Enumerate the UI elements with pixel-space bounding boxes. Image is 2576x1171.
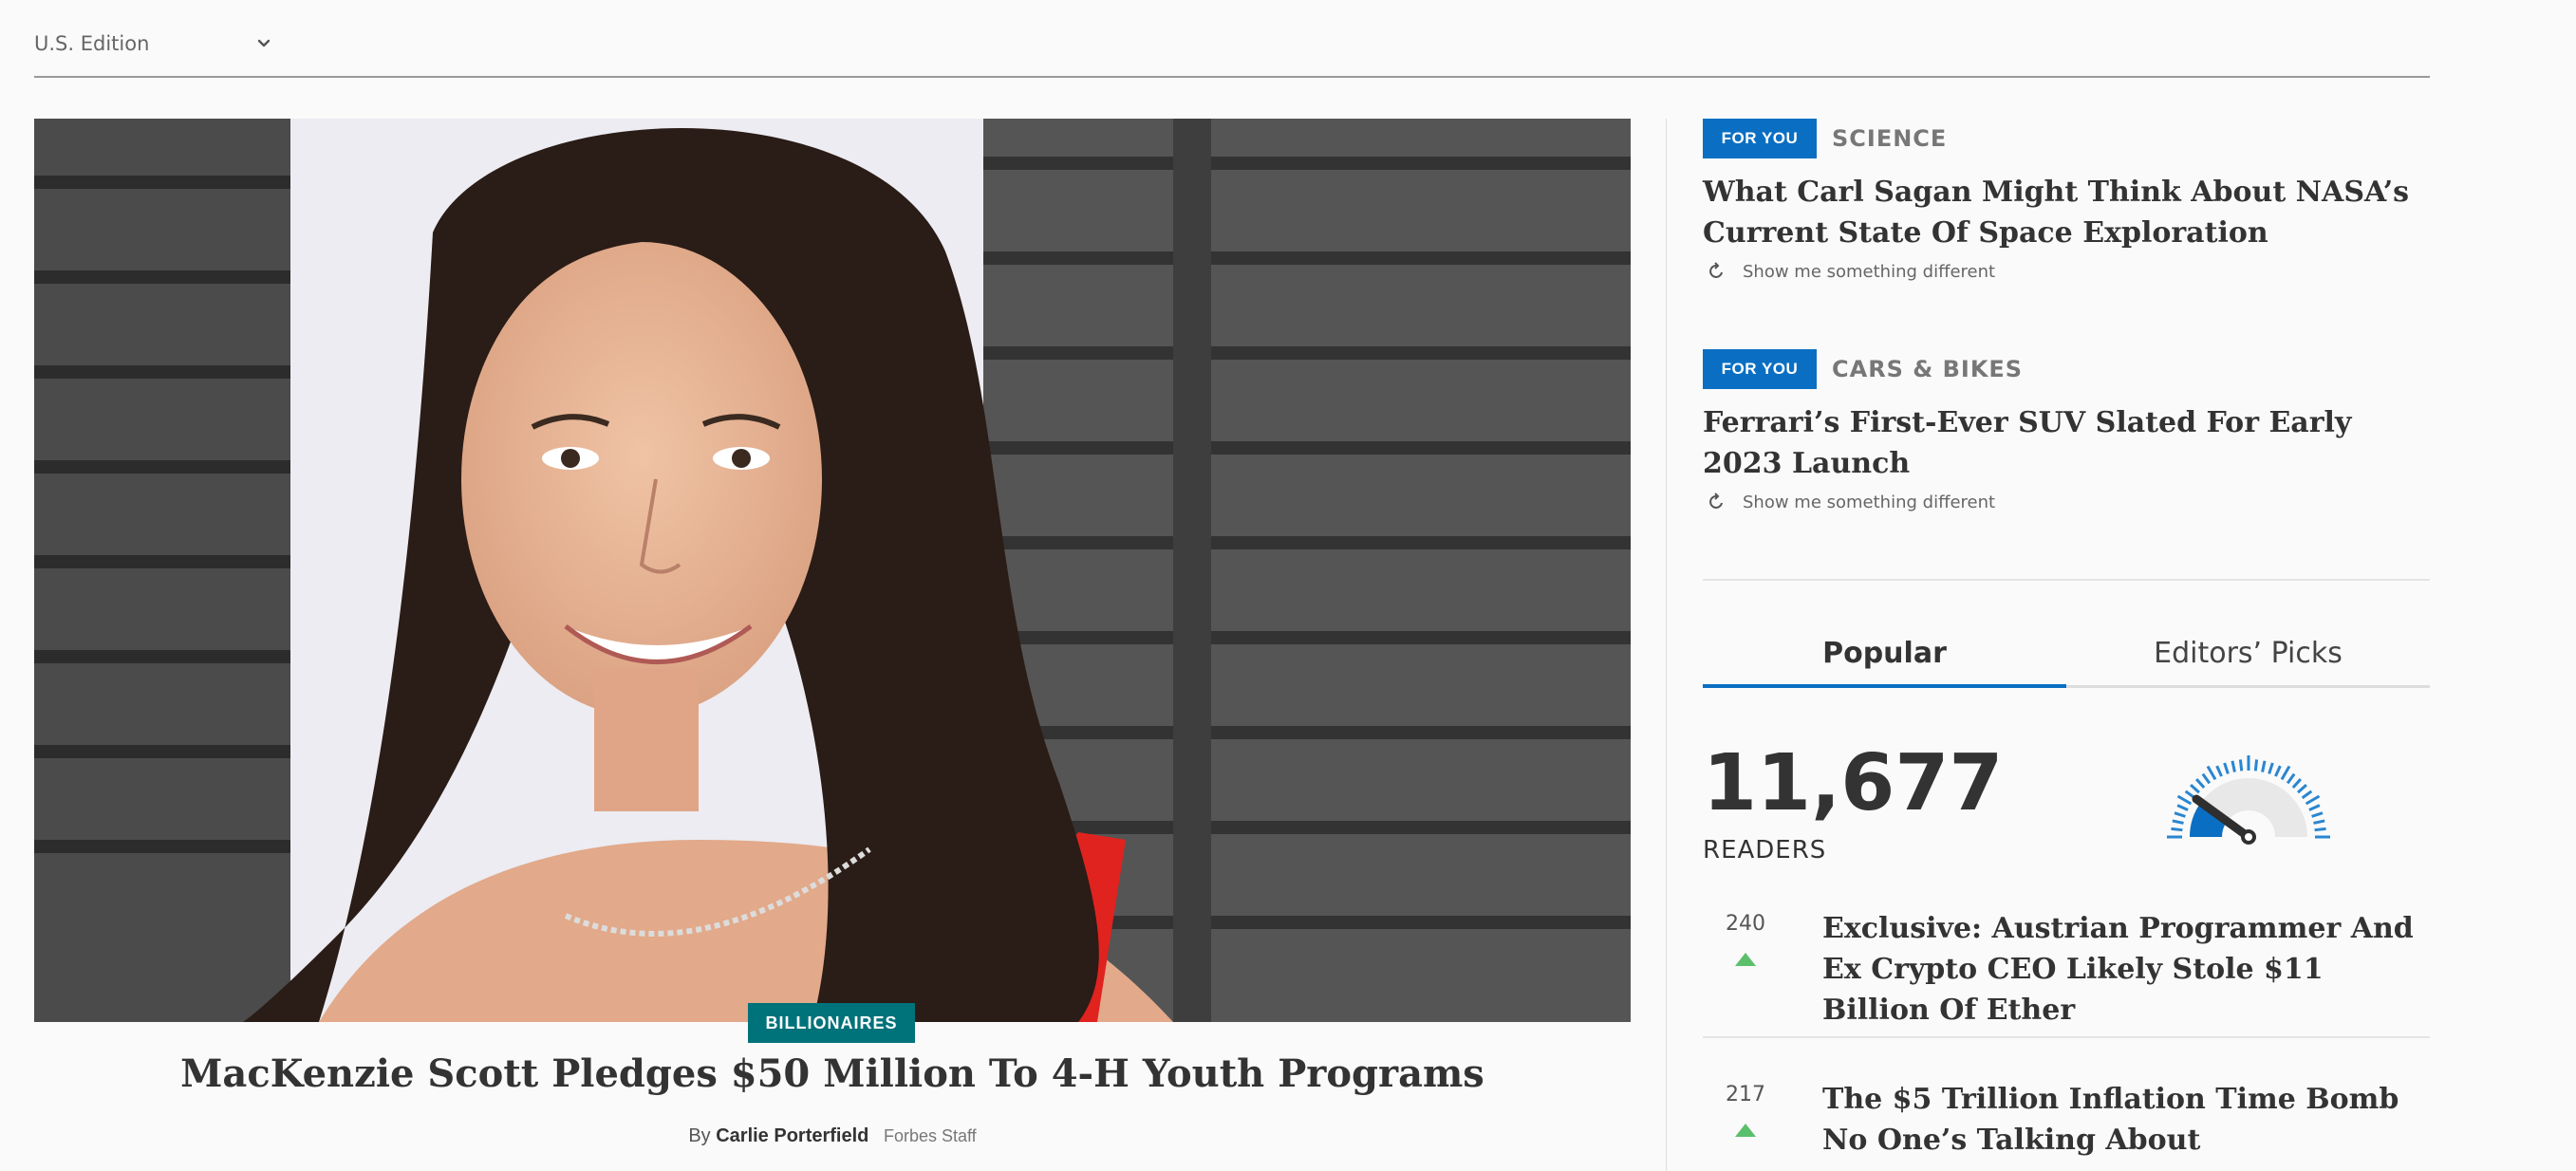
gauge-tick [2223, 762, 2230, 774]
for-you-badge: FOR YOU [1703, 119, 1817, 158]
column-divider [1666, 119, 1667, 1171]
gauge-tick [2201, 772, 2212, 785]
gauge-tick [2301, 790, 2313, 800]
for-you-card: FOR YOU CARS & BIKES Ferrari’s First-Eve… [1703, 349, 2430, 512]
readership-gauge-icon [2167, 755, 2330, 845]
trend-up-icon [1735, 953, 1756, 966]
edition-selector[interactable]: U.S. Edition [34, 32, 274, 55]
gauge-tick [2286, 772, 2296, 785]
gauge-tick [2253, 759, 2259, 771]
gauge-tick [2280, 765, 2291, 781]
gauge-tick [2313, 819, 2325, 825]
popular-rank: 240 [1703, 908, 1822, 1031]
gauge-tick [2171, 827, 2183, 832]
show-different-label: Show me something different [1743, 261, 1996, 282]
popular-item[interactable]: 217 The $5 Trillion Inflation Time Bomb … [1703, 1079, 2430, 1161]
gauge-tick [2261, 760, 2267, 772]
gauge-tick [2174, 811, 2186, 818]
readers-count: 11,677 [1703, 738, 2004, 828]
for-you-headline[interactable]: Ferrari’s First-Ever SUV Slated For Earl… [1703, 402, 2430, 484]
gauge-tick [2291, 778, 2302, 789]
gauge-tick [2308, 804, 2321, 811]
popular-title[interactable]: Exclusive: Austrian Programmer And Ex Cr… [1822, 908, 2430, 1031]
gauge-tick [2238, 759, 2244, 771]
gauge-tick [2297, 784, 2307, 794]
show-different-button[interactable]: Show me something different [1703, 261, 2430, 282]
popular-item[interactable]: 240 Exclusive: Austrian Programmer And E… [1703, 908, 2430, 1031]
category-badge[interactable]: BILLIONAIRES [748, 1003, 915, 1043]
readers-label: READERS [1703, 836, 1827, 864]
tab-editors-picks[interactable]: Editors’ Picks [2066, 622, 2430, 685]
edition-label: U.S. Edition [34, 32, 150, 55]
for-you-badge: FOR YOU [1703, 349, 1817, 389]
channel-label[interactable]: CARS & BIKES [1832, 356, 2023, 382]
gauge-tick [2311, 811, 2324, 818]
divider [1703, 1036, 2430, 1038]
show-different-button[interactable]: Show me something different [1703, 492, 2430, 512]
tab-popular[interactable]: Popular [1703, 622, 2066, 688]
popular-count: 217 [1726, 1083, 1765, 1106]
byline: By Carlie Porterfield Forbes Staff [34, 1125, 1631, 1147]
for-you-headline[interactable]: What Carl Sagan Might Think About NASA’s… [1703, 172, 2430, 253]
gauge-tick [2176, 804, 2189, 811]
gauge-tick [2268, 762, 2274, 774]
chevron-down-icon [258, 39, 271, 47]
gauge-tick [2176, 794, 2193, 806]
popular-rank: 217 [1703, 1079, 1822, 1161]
author-link[interactable]: Carlie Porterfield [716, 1125, 868, 1146]
gauge-tick [2190, 784, 2200, 794]
divider [1703, 579, 2430, 581]
gauge-tick [2274, 765, 2282, 777]
refresh-icon [1709, 493, 1723, 509]
gauge-tick [2172, 819, 2184, 825]
gauge-tick [2231, 760, 2236, 772]
show-different-label: Show me something different [1743, 492, 1996, 512]
author-role: Forbes Staff [883, 1126, 977, 1145]
hero-image[interactable] [34, 119, 1631, 1022]
refresh-icon [1709, 262, 1723, 278]
gauge-tick [2305, 794, 2321, 806]
edition-bar: U.S. Edition [34, 0, 2430, 78]
byline-prefix: By [688, 1125, 711, 1146]
gauge-tick [2314, 827, 2326, 832]
trending-tabs: Popular Editors’ Picks [1703, 622, 2430, 688]
gauge-tick [2206, 765, 2217, 781]
channel-label[interactable]: SCIENCE [1832, 125, 1947, 152]
gauge-tick [2215, 765, 2223, 777]
popular-title[interactable]: The $5 Trillion Inflation Time Bomb No O… [1822, 1079, 2430, 1161]
popular-count: 240 [1726, 912, 1765, 936]
gauge-tick [2195, 778, 2206, 789]
hero-headline[interactable]: MacKenzie Scott Pledges $50 Million To 4… [34, 1051, 1631, 1096]
hero-photo [34, 119, 1631, 1022]
trend-up-icon [1735, 1124, 1756, 1137]
for-you-card: FOR YOU SCIENCE What Carl Sagan Might Th… [1703, 119, 2430, 282]
readers-counter: 11,677 READERS [1703, 738, 2004, 865]
